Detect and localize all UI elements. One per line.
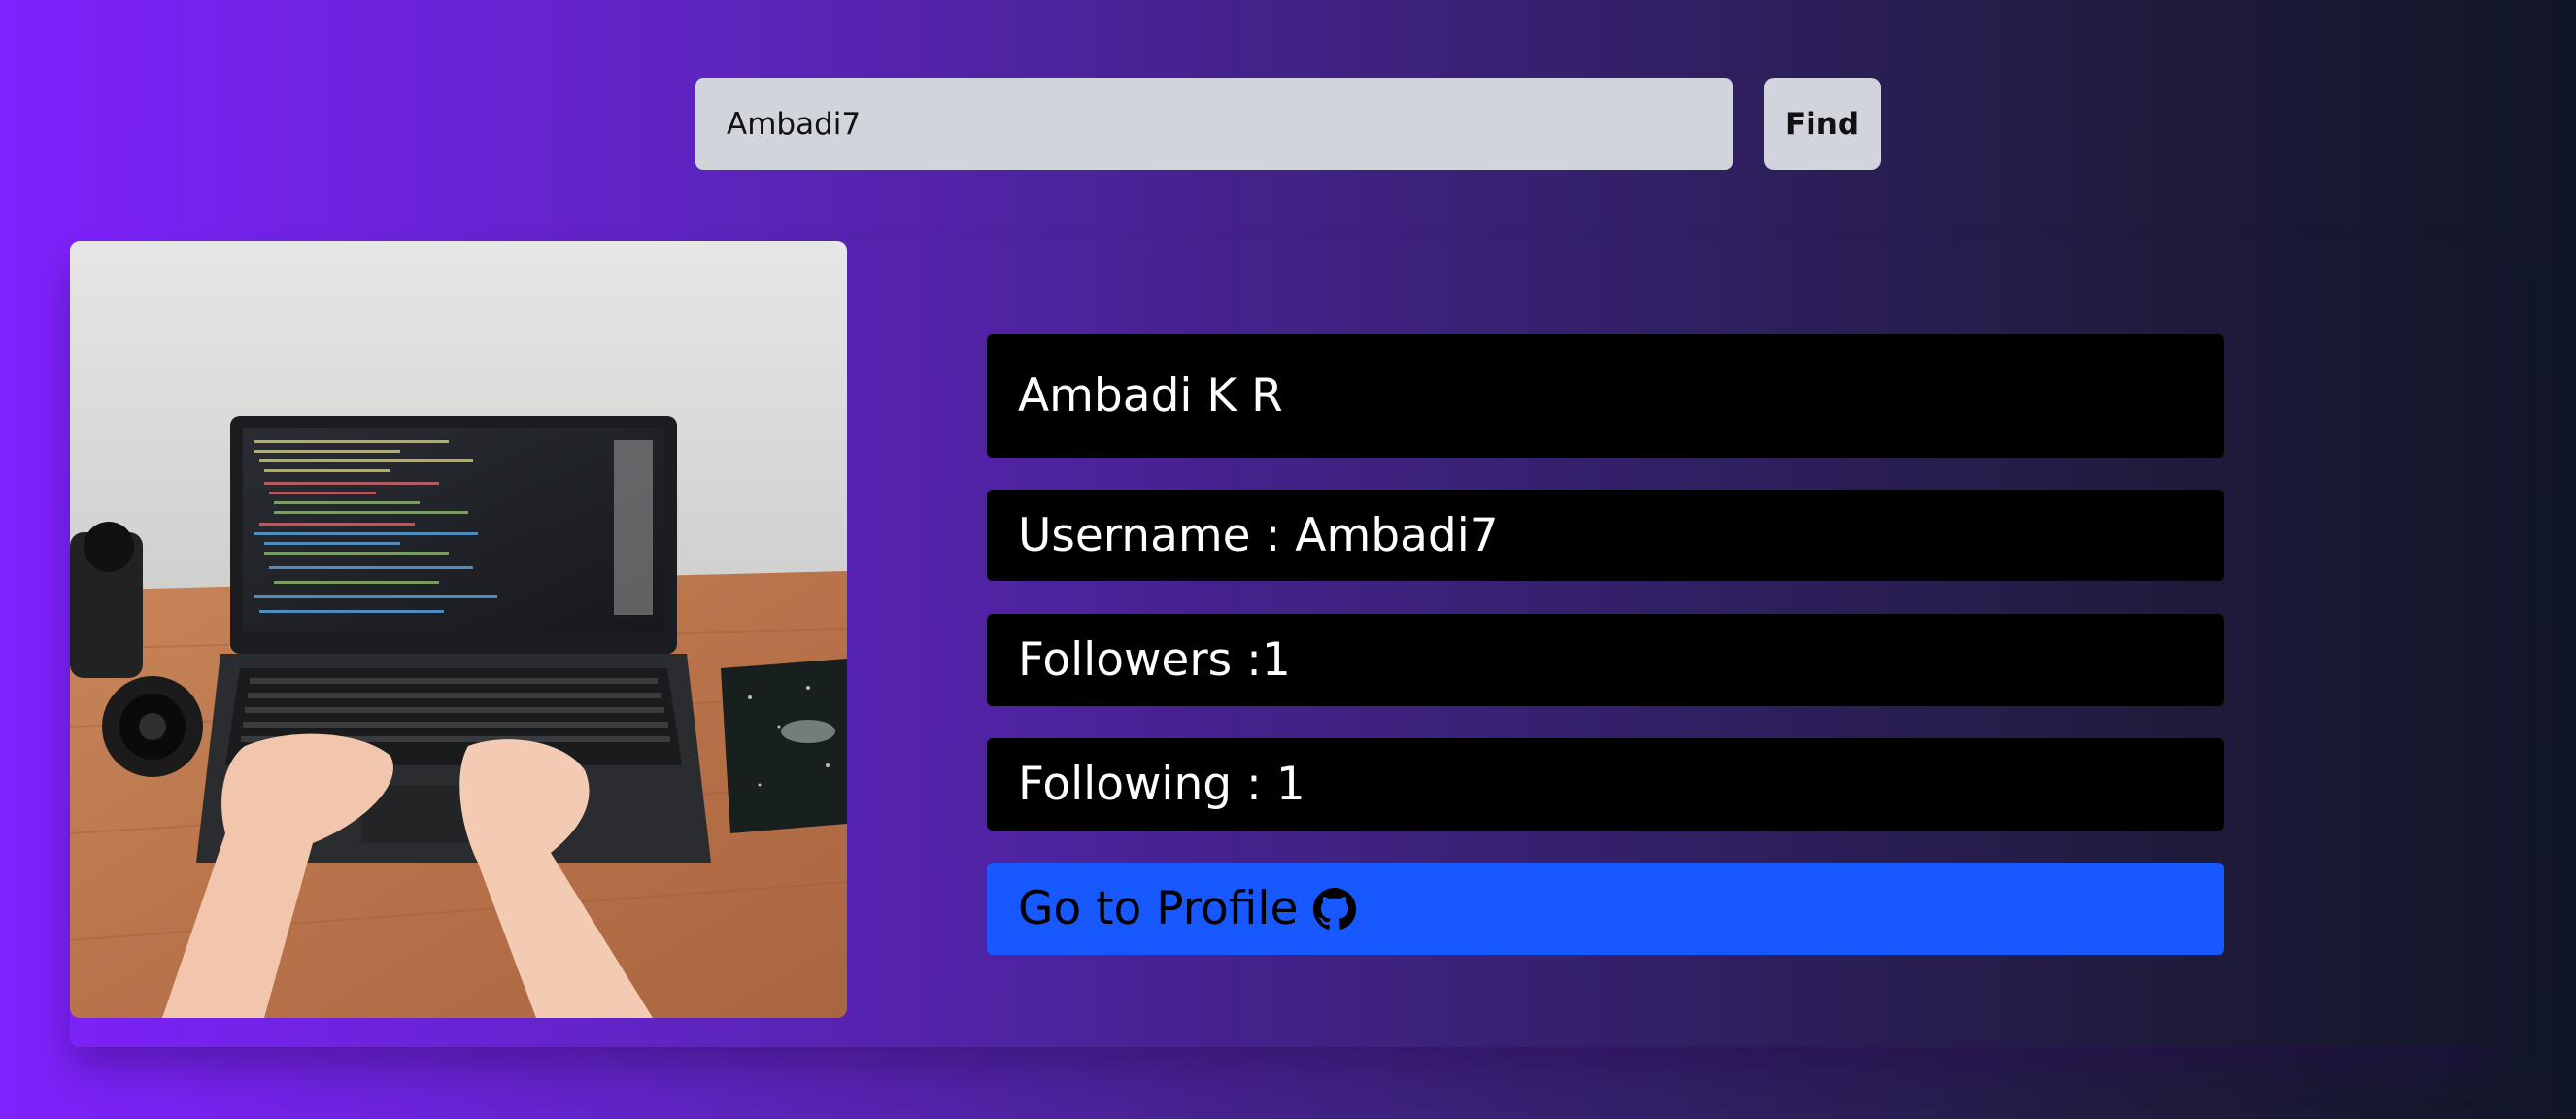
avatar xyxy=(70,241,847,1018)
find-button[interactable]: Find xyxy=(1764,78,1881,170)
profile-followers: Followers :1 xyxy=(987,614,2224,706)
go-to-profile-label: Go to Profile xyxy=(1018,882,1299,935)
profile-name: Ambadi K R xyxy=(987,334,2224,458)
profile-following: Following : 1 xyxy=(987,738,2224,831)
search-input[interactable] xyxy=(695,78,1733,170)
go-to-profile-button[interactable]: Go to Profile xyxy=(987,863,2224,955)
github-icon xyxy=(1313,887,1357,931)
profile-username: Username : Ambadi7 xyxy=(987,490,2224,581)
